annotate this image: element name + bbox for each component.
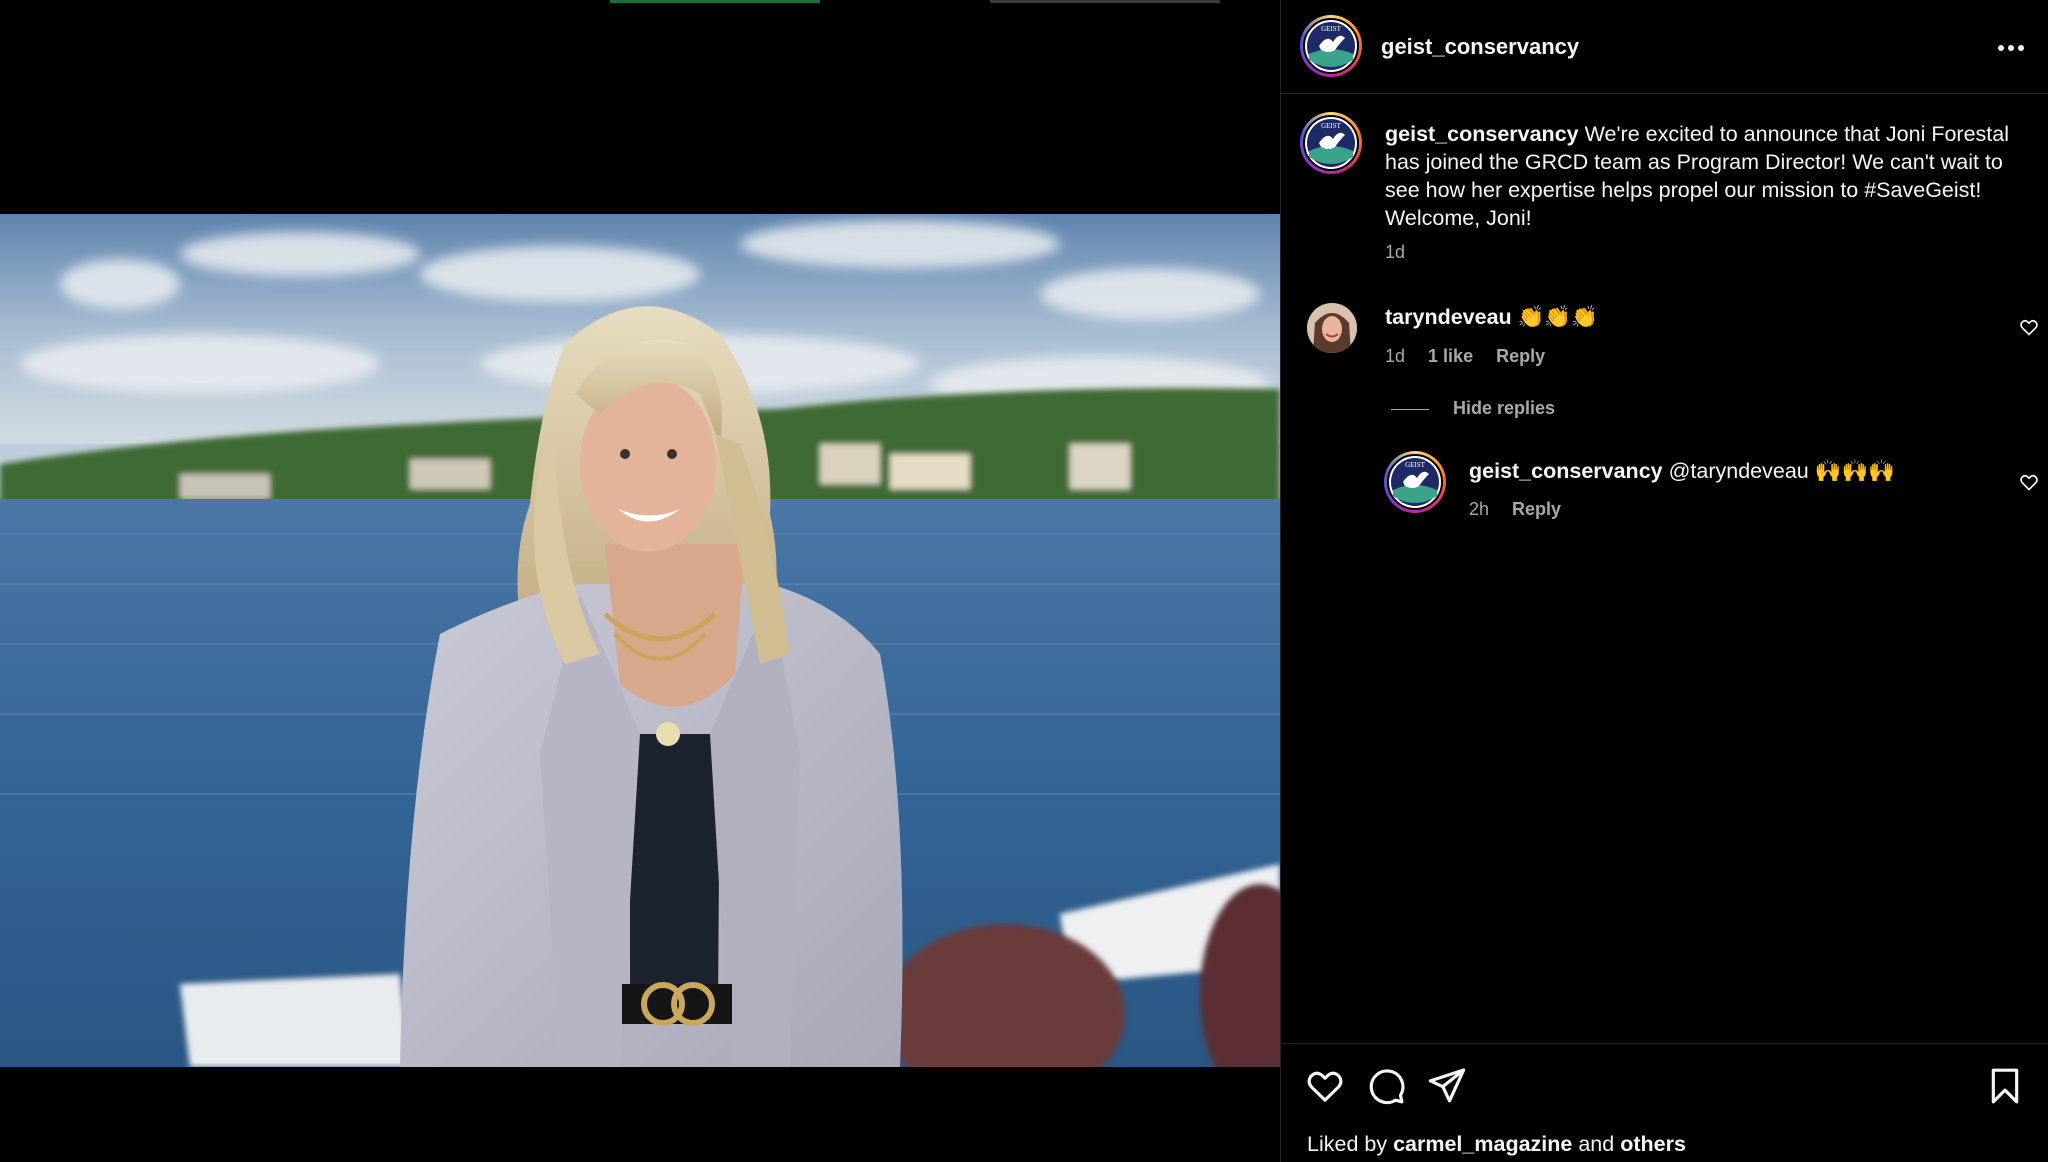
like-comment-button[interactable]: [2019, 317, 2039, 337]
conservancy-logo-icon: GEIST: [1307, 119, 1355, 167]
post-actions-bar: Liked by carmel_magazine and others: [1281, 1043, 2048, 1162]
comment-button[interactable]: [1366, 1066, 1406, 1106]
like-button[interactable]: [1305, 1066, 1345, 1106]
heart-icon: [2020, 474, 2038, 491]
svg-text:GEIST: GEIST: [1405, 461, 1426, 469]
reply-author-avatar[interactable]: GEIST: [1384, 451, 1446, 513]
reply-reply-button[interactable]: Reply: [1512, 499, 1561, 519]
reply-time: 2h: [1469, 499, 1490, 519]
more-horizontal-icon: [1998, 45, 2024, 51]
comment-likes-count[interactable]: 1 like: [1428, 346, 1473, 366]
more-options-button[interactable]: [1993, 30, 2029, 66]
profile-photo-icon: [1307, 303, 1357, 353]
comment-meta: 1d 1 like Reply: [1385, 346, 1545, 367]
hide-replies-button[interactable]: Hide replies: [1453, 398, 1555, 419]
liked-by-user[interactable]: carmel_magazine: [1393, 1132, 1572, 1156]
post-caption: geist_conservancy We're excited to annou…: [1385, 120, 2025, 232]
post-details-panel: GEIST geist_conservancy GEIST geist_cons…: [1280, 0, 2048, 1162]
comment-username[interactable]: taryndeveau: [1385, 305, 1512, 329]
replies-divider: [1391, 409, 1429, 410]
comment-bubble-icon: [1369, 1069, 1405, 1105]
liked-by-conjunction: and: [1578, 1132, 1615, 1156]
comment-text: 👏👏👏: [1517, 305, 1598, 329]
caption-username[interactable]: geist_conservancy: [1385, 122, 1579, 146]
svg-text:GEIST: GEIST: [1321, 25, 1342, 33]
post-author-username[interactable]: geist_conservancy: [1381, 34, 1579, 60]
reply-body: geist_conservancy @taryndeveau 🙌🙌🙌: [1469, 457, 1895, 485]
comment-time: 1d: [1385, 346, 1406, 366]
heart-icon: [2020, 319, 2038, 336]
liked-by-others[interactable]: others: [1620, 1132, 1686, 1156]
conservancy-logo-icon: GEIST: [1307, 22, 1355, 70]
caption-meta: 1d: [1385, 242, 1405, 263]
svg-text:GEIST: GEIST: [1321, 122, 1342, 130]
post-header: GEIST geist_conservancy: [1281, 0, 2048, 94]
previous-post-edge: [610, 0, 1220, 3]
share-button[interactable]: [1427, 1065, 1467, 1105]
comment-reply-button[interactable]: Reply: [1496, 346, 1545, 366]
reply-text: @taryndeveau 🙌🙌🙌: [1668, 459, 1896, 483]
paper-plane-icon: [1428, 1068, 1466, 1103]
caption-author-avatar[interactable]: GEIST: [1300, 112, 1362, 174]
reply-meta: 2h Reply: [1469, 499, 1561, 520]
heart-icon: [1307, 1071, 1343, 1102]
conservancy-logo-icon: GEIST: [1391, 458, 1439, 506]
post-media-pane: [0, 0, 1280, 1162]
post-photo[interactable]: [0, 214, 1280, 1067]
author-avatar[interactable]: GEIST: [1300, 15, 1362, 77]
caption-time: 1d: [1385, 242, 1406, 262]
like-reply-button[interactable]: [2019, 472, 2039, 492]
bookmark-icon: [1991, 1068, 2019, 1104]
liked-by-text: Liked by carmel_magazine and others: [1307, 1132, 1686, 1157]
comments-section[interactable]: GEIST geist_conservancy We're excited to…: [1281, 95, 2048, 1043]
commenter-avatar[interactable]: [1307, 303, 1357, 353]
comment-body: taryndeveau 👏👏👏: [1385, 303, 1598, 331]
save-button[interactable]: [1985, 1066, 2025, 1106]
reply-username[interactable]: geist_conservancy: [1469, 459, 1663, 483]
liked-by-prefix: Liked by: [1307, 1132, 1388, 1156]
